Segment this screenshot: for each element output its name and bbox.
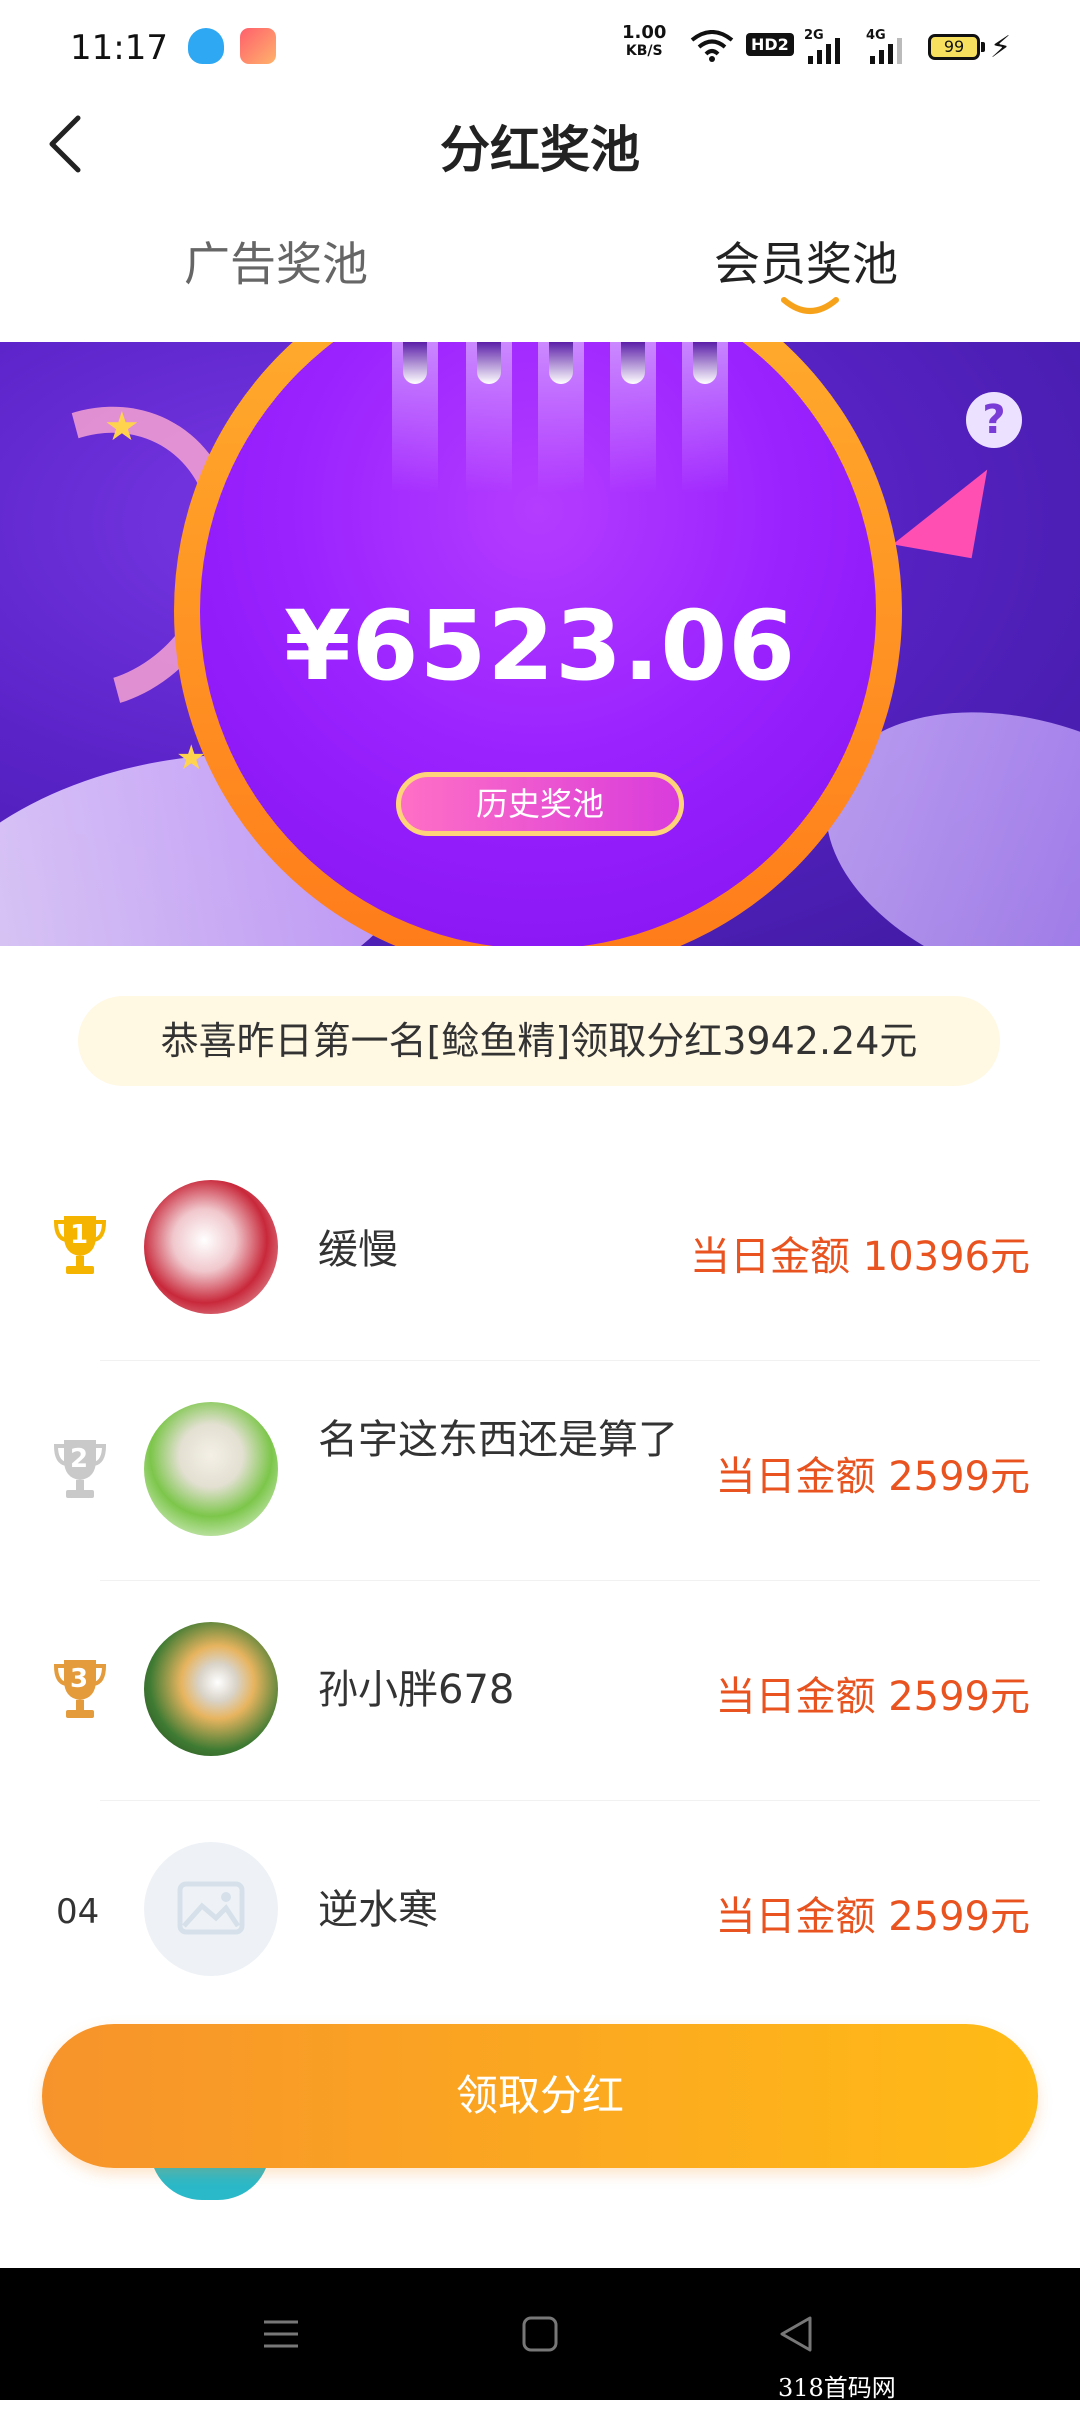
rank-number: 1: [70, 1220, 89, 1250]
ranking-row[interactable]: 1 缓慢 当日金额 10396元: [0, 1140, 1080, 1360]
battery-tip: [981, 42, 985, 52]
user-name: 孙小胖678: [318, 1667, 515, 1713]
rank-number: 3: [70, 1664, 89, 1694]
ranking-row[interactable]: 3 孙小胖678 当日金额 2599元: [0, 1580, 1080, 1800]
menu-icon[interactable]: [256, 2312, 306, 2356]
user-name: 名字这东西还是算了: [318, 1417, 678, 1463]
avatar[interactable]: [144, 1402, 278, 1536]
hd-badge: HD2: [746, 33, 794, 56]
tab-active-indicator: [781, 297, 839, 314]
home-icon[interactable]: [515, 2312, 565, 2356]
rank-number: 04: [56, 1892, 100, 1932]
tab-member-pool[interactable]: 会员奖池: [714, 228, 898, 294]
net-speed: 1.00 KB/S: [622, 24, 666, 60]
rank-number: 2: [70, 1444, 89, 1474]
qq-icon: [188, 28, 224, 64]
user-name: 逆水寒: [318, 1887, 438, 1933]
avatar[interactable]: [144, 1622, 278, 1756]
avatar[interactable]: [144, 1842, 278, 1976]
status-bar: 11:17 1.00 KB/S HD2 2G 4G 99 ⚡: [0, 0, 1080, 90]
tab-ad-pool[interactable]: 广告奖池: [184, 228, 368, 294]
ranking-row[interactable]: 2 名字这东西还是算了 当日金额 2599元: [0, 1360, 1080, 1580]
winner-notice: 恭喜昨日第一名[鲶鱼精]领取分红3942.24元: [78, 996, 1000, 1086]
page-title: 分红奖池: [440, 121, 640, 179]
daily-amount: 当日金额 2599元: [715, 1894, 1030, 1940]
ranking-row[interactable]: 04 逆水寒 当日金额 2599元: [0, 1800, 1080, 2020]
battery-icon: 99: [928, 34, 980, 60]
spotlight-lamp-icon: [403, 342, 427, 384]
star-icon: ★: [104, 404, 140, 450]
daily-amount: 当日金额 2599元: [715, 1454, 1030, 1500]
status-time: 11:17: [70, 28, 168, 68]
user-name: 缓慢: [318, 1227, 398, 1273]
daily-amount: 当日金额 10396元: [690, 1234, 1030, 1280]
kuaishou-icon: [240, 28, 276, 64]
avatar[interactable]: [144, 1180, 278, 1314]
help-icon[interactable]: ?: [966, 392, 1022, 448]
battery-level: 99: [943, 37, 965, 56]
pool-amount: ¥6523.06: [283, 590, 797, 702]
decor-flag: [892, 455, 988, 559]
back-nav-icon[interactable]: [772, 2312, 822, 2356]
charging-icon: ⚡: [990, 30, 1012, 65]
net-speed-unit: KB/S: [625, 43, 663, 59]
signal-icon: [870, 38, 902, 64]
wifi-icon: [690, 30, 734, 62]
claim-dividend-button[interactable]: 领取分红: [42, 2024, 1038, 2168]
spotlight-lamp-icon: [693, 342, 717, 384]
spotlight-lamp-icon: [621, 342, 645, 384]
net-speed-value: 1.00: [622, 22, 667, 43]
history-pool-button[interactable]: 历史奖池: [396, 772, 684, 836]
prize-pool-banner: ★ ★ ¥6523.06 历史奖池 ?: [0, 342, 1080, 946]
system-nav-bar: 318首码网 www.E318.com: [0, 2268, 1080, 2431]
signal-icon: [808, 38, 840, 64]
spotlight-lamp-icon: [549, 342, 573, 384]
image-placeholder-icon: [177, 1881, 245, 1935]
daily-amount: 当日金额 2599元: [715, 1674, 1030, 1720]
spotlight-lamp-icon: [477, 342, 501, 384]
